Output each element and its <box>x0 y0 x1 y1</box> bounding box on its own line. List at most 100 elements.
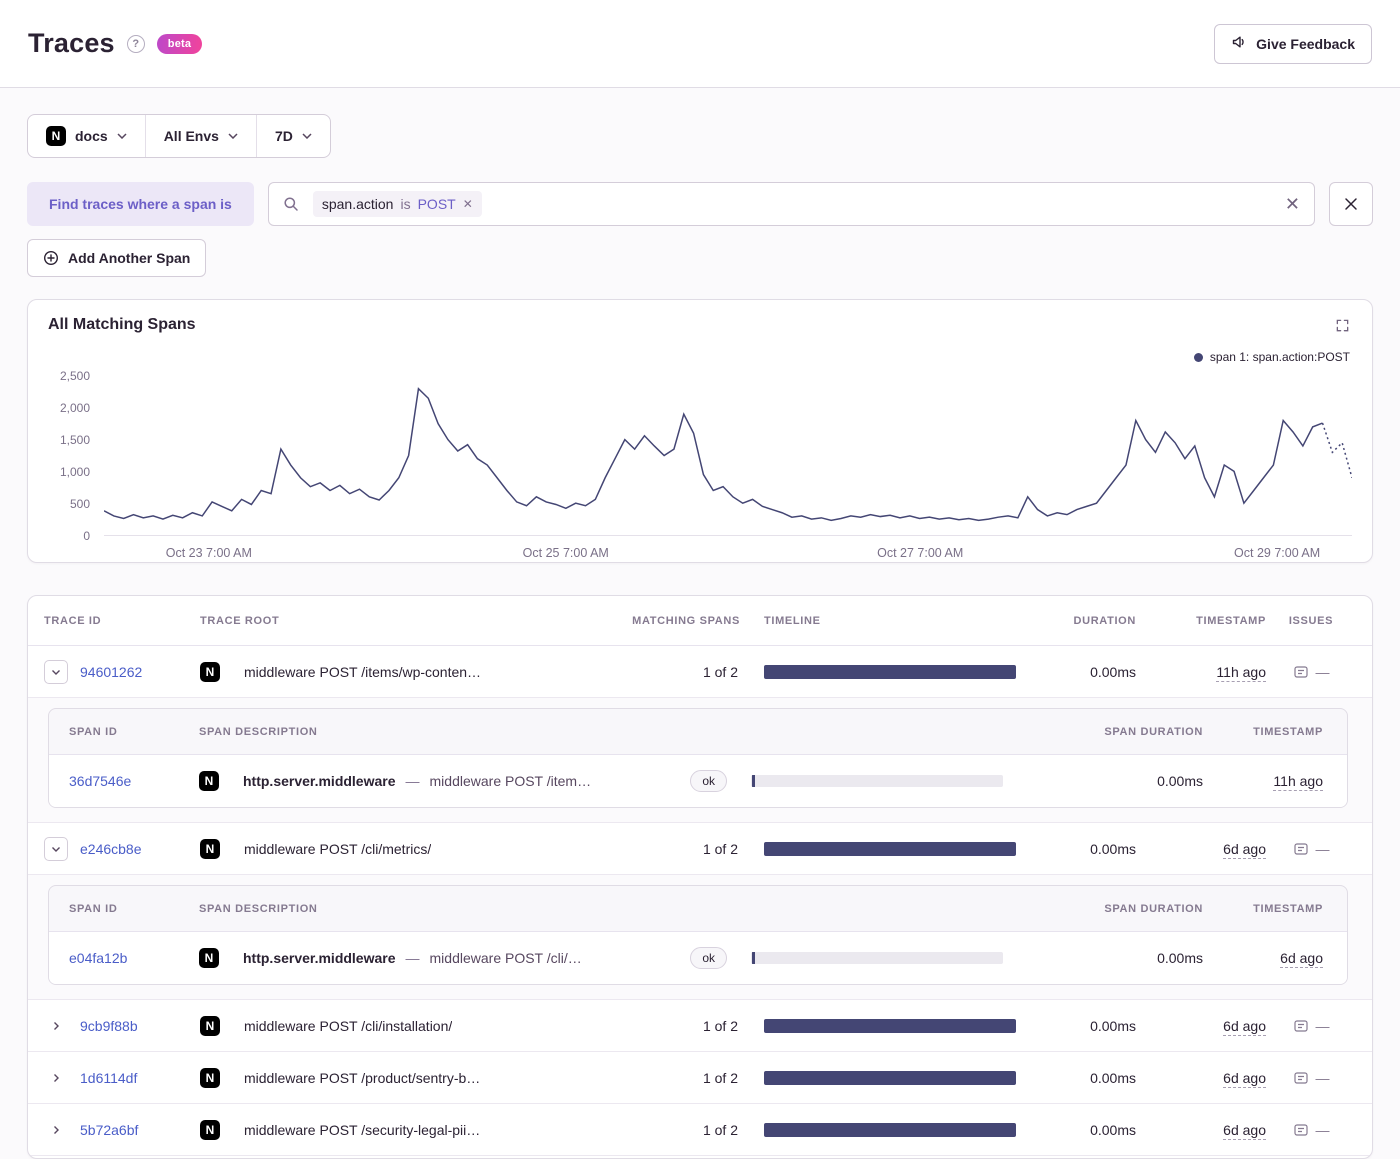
trace-root-cell: N middleware POST /cli/metrics/ <box>200 838 620 859</box>
token-value: POST <box>417 196 456 212</box>
table-row: 5b72a6bf N middleware POST /security-leg… <box>28 1104 1372 1156</box>
trace-root-label: middleware POST /items/wp-conten… <box>244 663 482 680</box>
timeline-bar[interactable] <box>764 1122 1016 1137</box>
search-token[interactable]: span.action is POST ✕ <box>312 191 482 217</box>
span-search-row: Find traces where a span is span.action … <box>27 182 1373 226</box>
col-trace-id: TRACE ID <box>44 614 102 627</box>
x-tick: Oct 29 7:00 AM <box>1234 546 1321 560</box>
token-remove-icon[interactable]: ✕ <box>463 197 473 211</box>
expand-chart-button[interactable] <box>1333 316 1352 338</box>
issues-cell: — <box>1266 1070 1356 1086</box>
trace-id-link[interactable]: 94601262 <box>80 664 200 680</box>
date-range-label: 7D <box>274 128 293 144</box>
col-matching-spans: MATCHING SPANS <box>632 614 740 627</box>
spans-chart-plot[interactable] <box>104 376 1352 536</box>
expand-row-button[interactable] <box>44 1118 68 1142</box>
col-span-description: SPAN DESCRIPTION <box>199 725 318 738</box>
span-row: 36d7546e N http.server.middleware — midd… <box>49 755 1347 807</box>
help-icon[interactable]: ? <box>126 34 145 53</box>
issues-icon <box>1293 665 1308 678</box>
collapse-row-button[interactable] <box>44 836 68 861</box>
y-tick: 500 <box>69 497 90 511</box>
issues-count: — <box>1315 1121 1330 1138</box>
environment-selector[interactable]: All Envs <box>144 115 256 157</box>
timeline-cell <box>740 664 1016 679</box>
give-feedback-button[interactable]: Give Feedback <box>1214 23 1372 64</box>
span-timeline-cell <box>727 775 1003 787</box>
close-search-button[interactable] <box>1329 182 1373 226</box>
duration-value: 0.00ms <box>1090 1121 1136 1138</box>
timestamp-cell: 11h ago <box>1136 663 1266 682</box>
timeline-cell <box>740 841 1016 856</box>
add-another-span-button[interactable]: Add Another Span <box>27 239 207 277</box>
issues-cell: — <box>1266 1122 1356 1138</box>
collapse-row-button[interactable] <box>44 659 68 684</box>
span-description-label: middleware POST /cli/… <box>429 950 582 966</box>
trace-id-link[interactable]: 9cb9f88b <box>80 1018 200 1034</box>
nextjs-logo-icon: N <box>199 771 219 791</box>
project-selector[interactable]: N docs <box>28 115 145 157</box>
trace-id-link[interactable]: 1d6114df <box>80 1070 200 1086</box>
date-range-selector[interactable]: 7D <box>255 115 330 157</box>
trace-root-label: middleware POST /product/sentry-b… <box>244 1069 481 1086</box>
y-tick: 1,500 <box>59 433 90 447</box>
clear-search-icon[interactable]: ✕ <box>1285 194 1300 215</box>
find-traces-chip[interactable]: Find traces where a span is <box>27 182 254 226</box>
nextjs-logo-icon: N <box>200 838 220 859</box>
timeline-bar[interactable] <box>764 664 1016 679</box>
nextjs-logo-icon: N <box>200 661 220 682</box>
separator: — <box>405 950 420 966</box>
span-status-cell: ok <box>657 770 727 792</box>
timeline-bar[interactable] <box>764 1070 1016 1085</box>
span-op-label: http.server.middleware <box>243 950 396 966</box>
span-duration-value: 0.00ms <box>1157 950 1203 966</box>
timeline-bar[interactable] <box>764 841 1016 856</box>
span-timeline-bar[interactable] <box>751 952 1003 964</box>
matching-spans-value: 1 of 2 <box>702 840 738 857</box>
chart-legend[interactable]: span 1: span.action:POST <box>1193 350 1350 364</box>
issues-cell: — <box>1266 664 1356 680</box>
timestamp-value: 6d ago <box>1223 840 1266 859</box>
trace-root-cell: N middleware POST /security-legal-pii… <box>200 1119 620 1140</box>
x-tick: Oct 27 7:00 AM <box>877 546 964 560</box>
y-tick: 0 <box>83 529 90 543</box>
trace-id-link[interactable]: e246cb8e <box>80 841 200 857</box>
trace-id-link[interactable]: 5b72a6bf <box>80 1122 200 1138</box>
trace-root-cell: N middleware POST /items/wp-conten… <box>200 661 620 682</box>
page-filter-bar: N docs All Envs 7D <box>27 114 331 158</box>
chevron-down-icon <box>228 133 238 139</box>
main-content: N docs All Envs 7D Find traces where a s… <box>0 88 1400 1159</box>
y-tick: 1,000 <box>59 465 90 479</box>
chart-body: 0 500 1,000 1,500 2,000 2,500 Oct 23 7:0… <box>48 369 1352 566</box>
timeline-bar[interactable] <box>764 1018 1016 1033</box>
issues-cell: — <box>1266 1018 1356 1034</box>
x-tick: Oct 23 7:00 AM <box>165 546 252 560</box>
timestamp-cell: 6d ago <box>1136 1017 1266 1036</box>
timeline-cell <box>740 1122 1016 1137</box>
nextjs-logo-icon: N <box>46 126 66 146</box>
status-badge: ok <box>690 947 727 969</box>
trace-root-cell: N middleware POST /product/sentry-b… <box>200 1067 620 1088</box>
span-id-link[interactable]: 36d7546e <box>69 773 199 789</box>
expand-row-button[interactable] <box>44 1066 68 1090</box>
token-operator: is <box>400 196 411 212</box>
span-search-input[interactable]: span.action is POST ✕ ✕ <box>267 182 1315 226</box>
span-timeline-bar[interactable] <box>751 775 1003 787</box>
y-tick: 2,000 <box>59 401 90 415</box>
trace-root-label: middleware POST /cli/metrics/ <box>244 840 432 857</box>
span-description-cell: N http.server.middleware — middleware PO… <box>199 948 657 968</box>
issues-icon <box>1293 1071 1308 1084</box>
issues-count: — <box>1315 840 1330 857</box>
col-timeline: TIMELINE <box>764 614 821 627</box>
duration-value: 0.00ms <box>1090 1017 1136 1034</box>
expand-row-button[interactable] <box>44 1014 68 1038</box>
give-feedback-label: Give Feedback <box>1256 35 1355 52</box>
status-badge: ok <box>690 770 727 792</box>
span-id-link[interactable]: e04fa12b <box>69 950 199 966</box>
span-status-cell: ok <box>657 947 727 969</box>
col-span-timestamp: TIMESTAMP <box>1253 725 1323 738</box>
issues-icon <box>1293 842 1308 855</box>
span-duration-value: 0.00ms <box>1157 773 1203 789</box>
matching-spans-value: 1 of 2 <box>702 1121 738 1138</box>
col-span-id: SPAN ID <box>69 725 118 738</box>
